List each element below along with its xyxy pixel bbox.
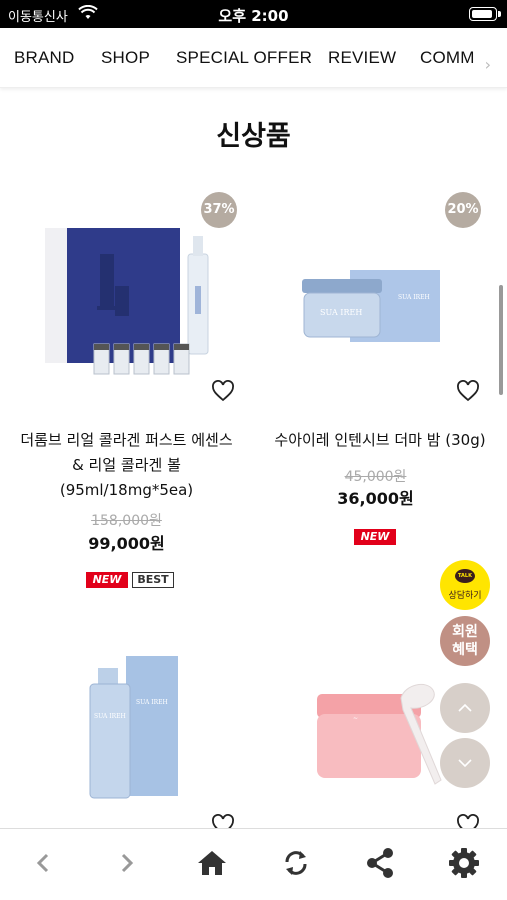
product-name-line: (95ml/18mg*5ea) (59, 481, 194, 499)
product-image[interactable]: SUA IREH SUA IREH (88, 656, 180, 801)
discount-badge: 37% (201, 192, 237, 228)
clock: 오후 2:00 (218, 7, 289, 25)
member-label: 회원 (452, 624, 478, 640)
product-name[interactable]: 수아이레 인텐시브 더마 밤 (30g) (253, 428, 507, 453)
original-price: 45,000원 (344, 469, 407, 485)
refresh-icon[interactable] (278, 845, 314, 881)
best-badge: BEST (132, 572, 174, 588)
original-price: 158,000원 (91, 513, 162, 529)
talk-label: 상담하기 (448, 591, 482, 601)
nav-review[interactable]: REVIEW (328, 48, 396, 68)
talk-icon: TALK (455, 569, 475, 583)
sale-price: 36,000원 (337, 489, 414, 508)
product-card[interactable]: SUA IREH SUA IREH 20% 수아이레 인텐시브 더마 밤 (30… (253, 180, 507, 580)
member-label: 혜택 (452, 642, 478, 658)
battery-icon (469, 7, 501, 21)
brand-text: SUA IREH (320, 308, 362, 317)
product-name-line: & 리얼 콜라겐 볼 (72, 456, 181, 474)
kakao-talk-button[interactable]: TALK 상담하기 (440, 560, 490, 610)
section-title: 신상품 (216, 121, 291, 152)
svg-text:SUA IREH: SUA IREH (136, 699, 168, 706)
back-icon[interactable] (26, 845, 62, 881)
member-benefits-button[interactable]: 회원 혜택 (440, 616, 490, 666)
product-image[interactable] (45, 226, 220, 381)
share-icon[interactable] (362, 845, 398, 881)
product-card[interactable]: 37% 더롬브 리얼 콜라겐 퍼스트 에센스 & 리얼 콜라겐 볼 (95ml/… (0, 180, 253, 600)
svg-text:~: ~ (353, 715, 358, 722)
brand-text: SUA IREH (94, 713, 126, 720)
heart-icon[interactable] (211, 380, 235, 402)
forward-icon[interactable] (108, 845, 144, 881)
nav-brand[interactable]: BRAND (14, 48, 75, 68)
product-image[interactable]: SUA IREH SUA IREH (298, 265, 448, 350)
sale-price: 99,000원 (88, 534, 165, 553)
status-bar: 이동통신사 오후 2:00 (0, 0, 507, 28)
scroll-up-button[interactable] (440, 683, 490, 733)
scroll-down-button[interactable] (440, 738, 490, 788)
new-badge: NEW (354, 529, 396, 545)
product-name[interactable]: 더롬브 리얼 콜라겐 퍼스트 에센스 & 리얼 콜라겐 볼 (95ml/18mg… (0, 428, 253, 503)
chevron-down-icon (458, 759, 472, 768)
top-nav: BRAND SHOP SPECIAL OFFER REVIEW COMM › (0, 28, 507, 88)
nav-special-offer[interactable]: SPECIAL OFFER (176, 48, 312, 68)
nav-community[interactable]: COMM (420, 48, 475, 68)
home-icon[interactable] (194, 845, 230, 881)
product-card[interactable]: SUA IREH SUA IREH (0, 640, 253, 836)
product-name-line: 수아이레 인텐시브 더마 밤 (30g) (274, 431, 486, 449)
bottom-toolbar (0, 828, 507, 900)
chevron-right-icon[interactable]: › (485, 55, 491, 74)
heart-icon[interactable] (456, 380, 480, 402)
nav-shop[interactable]: SHOP (101, 48, 150, 68)
product-card[interactable]: ~ (253, 640, 507, 836)
discount-badge: 20% (445, 192, 481, 228)
new-badge: NEW (86, 572, 128, 588)
product-name-line: 더롬브 리얼 콜라겐 퍼스트 에센스 (20, 431, 233, 449)
settings-icon[interactable] (446, 845, 482, 881)
chevron-up-icon (458, 703, 472, 712)
product-image[interactable]: ~ (313, 680, 453, 790)
svg-text:SUA IREH: SUA IREH (398, 294, 430, 301)
